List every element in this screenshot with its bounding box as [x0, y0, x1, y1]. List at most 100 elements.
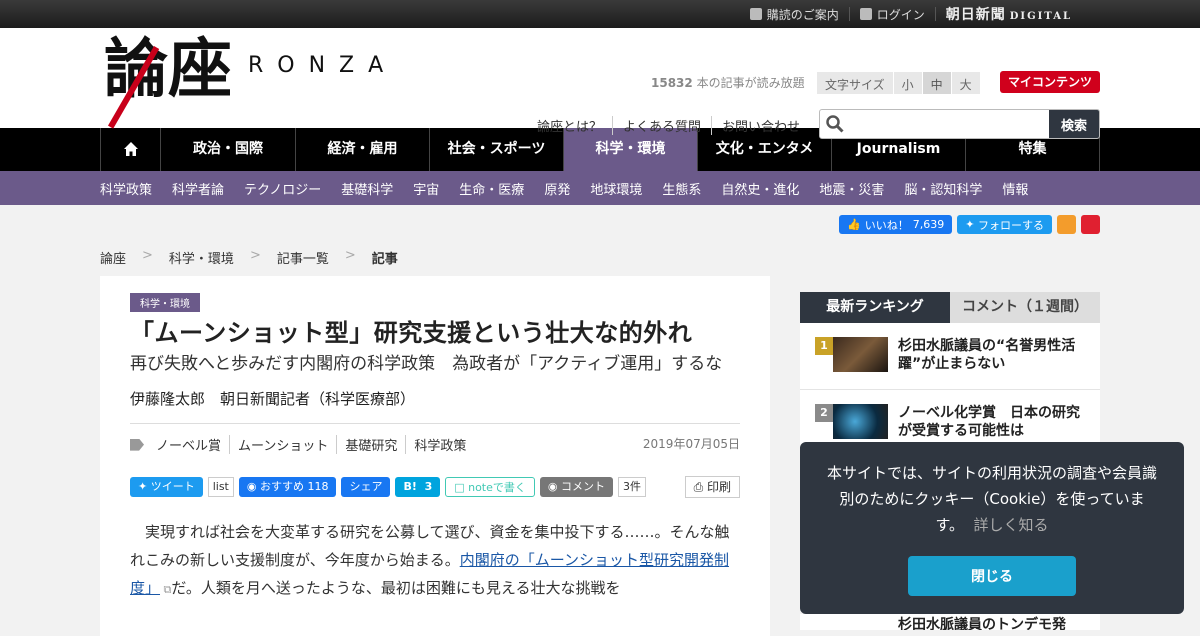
subnav-item[interactable]: 基礎科学: [341, 179, 393, 198]
subnav-item[interactable]: 地震・災害: [819, 179, 884, 198]
subnav-item[interactable]: 自然史・進化: [721, 179, 799, 198]
breadcrumb-category[interactable]: 科学・環境: [169, 248, 234, 267]
subnav-item[interactable]: 脳・認知科学: [904, 179, 982, 198]
tweet-button[interactable]: ✦ ツイート: [130, 477, 203, 498]
publish-date: 2019年07月05日: [642, 437, 740, 452]
subnav-item[interactable]: 宇宙: [413, 179, 439, 198]
ranking-item-partial[interactable]: 杉田水脈議員のトンデモ発: [800, 614, 1100, 630]
breadcrumb-home[interactable]: 論座: [100, 248, 126, 267]
subnav-item[interactable]: 情報: [1002, 179, 1028, 198]
external-link-icon: ⧉: [160, 583, 172, 597]
breadcrumb-list[interactable]: 記事一覧: [277, 248, 329, 267]
twitter-icon: ✦: [965, 218, 978, 231]
article-count: 15832 本の記事が読み放題: [651, 74, 805, 91]
article-title: 「ムーンショット型」研究支援という壮大な的外れ: [130, 319, 693, 347]
social-buttons: 👍 いいね！ 7,639 ✦ フォローする: [839, 215, 1100, 234]
printer-icon: ⎙: [693, 480, 707, 495]
breadcrumb-separator: >: [249, 248, 261, 263]
facebook-share-button[interactable]: シェア: [341, 477, 391, 498]
article-body: 実現すれば社会を大変革する研究を公募して選び、資金を集中投下する……。そんな触れ…: [130, 518, 740, 604]
nav-home[interactable]: [100, 128, 160, 171]
subnav-item[interactable]: 科学政策: [100, 179, 152, 198]
contact-link[interactable]: お問い合わせ: [712, 116, 810, 135]
divider: [130, 423, 740, 425]
subnav-item[interactable]: 科学者論: [172, 179, 224, 198]
tweet-label: ツイート: [150, 480, 195, 494]
subnav-item[interactable]: テクノロジー: [244, 179, 321, 198]
tag-link[interactable]: 科学政策: [406, 435, 474, 454]
search-input[interactable]: [850, 110, 1049, 138]
tag-row: ノーベル賞 ムーンショット 基礎研究 科学政策 2019年07月05日: [130, 435, 740, 455]
nav-economy[interactable]: 経済・雇用: [295, 128, 429, 171]
facebook-recommend-button[interactable]: ◉ おすすめ 118: [238, 477, 337, 498]
breadcrumb-current: 記事: [371, 252, 398, 267]
print-label: 印刷: [706, 480, 731, 495]
cookie-more-link[interactable]: 詳しく知る: [974, 516, 1049, 534]
logo-roman: RONZA: [248, 53, 398, 78]
tag-link[interactable]: ムーンショット: [230, 435, 338, 455]
sidebar: 最新ランキング コメント（１週間） 1 杉田水脈議員の“名誉男性活躍”が止まらな…: [800, 292, 1100, 457]
brand-sub: DIGITAL: [1009, 11, 1072, 22]
search-box: 検索: [819, 109, 1100, 139]
login-link[interactable]: ログイン: [850, 7, 936, 22]
comment-count[interactable]: 3件: [618, 477, 647, 498]
tw-follow-label: フォローする: [978, 218, 1044, 232]
ranking-item[interactable]: 1 杉田水脈議員の“名誉男性活躍”が止まらない: [800, 323, 1100, 390]
breadcrumb: 論座 > 科学・環境 > 記事一覧 > 記事: [100, 248, 398, 267]
ranking-thumbnail: [833, 404, 888, 439]
font-size-small-button[interactable]: 小: [893, 72, 923, 94]
ronza-logo[interactable]: 論座 RONZA: [104, 32, 398, 129]
subnav-item[interactable]: 生態系: [662, 179, 701, 198]
speech-bubble-icon: ◉: [547, 480, 562, 494]
fb-recommend-label: おすすめ: [259, 480, 304, 494]
facebook-like-button[interactable]: 👍 いいね！ 7,639: [839, 215, 953, 234]
about-link[interactable]: 論座とは？: [537, 116, 614, 135]
asahi-digital-logo[interactable]: 朝日新聞 DIGITAL: [936, 7, 1082, 23]
tab-comments[interactable]: コメント（１週間）: [950, 292, 1100, 323]
faq-link[interactable]: よくある質問: [613, 116, 713, 135]
header-links: 論座とは？ よくある質問 お問い合わせ: [537, 116, 810, 135]
tag-icon: [130, 438, 144, 451]
cookie-message: 本サイトでは、サイトの利用状況の調査や会員識別のためにクッキー（Cookie）を…: [820, 460, 1164, 538]
note-label: noteで書く: [468, 481, 526, 495]
home-icon: [123, 142, 138, 156]
lock-icon: [859, 8, 872, 20]
twitter-icon: ✦: [138, 480, 151, 494]
my-content-button[interactable]: マイコンテンツ: [1000, 71, 1100, 93]
subnav-item[interactable]: 地球環境: [590, 179, 642, 198]
breadcrumb-separator: >: [142, 248, 153, 263]
search-button[interactable]: 検索: [1049, 110, 1099, 138]
font-size-switcher: 文字サイズ 小 中 大: [817, 72, 981, 94]
article: 科学・環境 「ムーンショット型」研究支援という壮大な的外れ 再び失敗へと歩みだす…: [100, 276, 770, 636]
fb-like-count: 7,639: [912, 218, 945, 231]
cookie-close-button[interactable]: 閉じる: [908, 556, 1076, 596]
tag-link[interactable]: ノーベル賞: [148, 435, 231, 455]
article-subtitle: 再び失敗へと歩みだす内閣府の科学政策 為政者が「アクティブ運用」するな: [130, 354, 723, 375]
ranking-title: 杉田水脈議員の“名誉男性活躍”が止まらない: [898, 338, 1076, 372]
subnav-item[interactable]: 生命・医療: [459, 179, 524, 198]
logo-kanji: 論座: [104, 32, 232, 107]
ranking-title: 杉田水脈議員のトンデモ発: [898, 617, 1066, 630]
category-badge[interactable]: 科学・環境: [130, 293, 200, 312]
breadcrumb-separator: >: [344, 248, 356, 263]
rss-icon[interactable]: [1057, 215, 1076, 234]
mail-icon[interactable]: [1081, 215, 1100, 234]
font-size-medium-button[interactable]: 中: [922, 72, 952, 94]
brand-name: 朝日新聞: [945, 7, 1006, 23]
font-size-large-button[interactable]: 大: [951, 72, 981, 94]
subscription-guide-link[interactable]: 購読のご案内: [740, 7, 850, 22]
nav-politics[interactable]: 政治・国際: [160, 128, 295, 171]
hatena-bookmark-button[interactable]: B! 3: [395, 477, 441, 498]
tab-ranking[interactable]: 最新ランキング: [800, 292, 950, 323]
print-button[interactable]: ⎙ 印刷: [684, 476, 740, 499]
comment-button[interactable]: ◉ コメント: [539, 477, 614, 498]
article-count-number: 15832: [651, 76, 693, 90]
twitter-follow-button[interactable]: ✦ フォローする: [957, 215, 1052, 234]
tweet-list-button[interactable]: list: [207, 477, 234, 498]
article-author[interactable]: 伊藤隆太郎 朝日新聞記者（科学医療部）: [130, 388, 740, 409]
note-button[interactable]: □ noteで書く: [445, 477, 535, 498]
tag-link[interactable]: 基礎研究: [337, 435, 407, 455]
rank-number: 1: [815, 337, 833, 355]
subnav-item[interactable]: 原発: [544, 179, 570, 198]
comment-label: コメント: [561, 480, 606, 494]
